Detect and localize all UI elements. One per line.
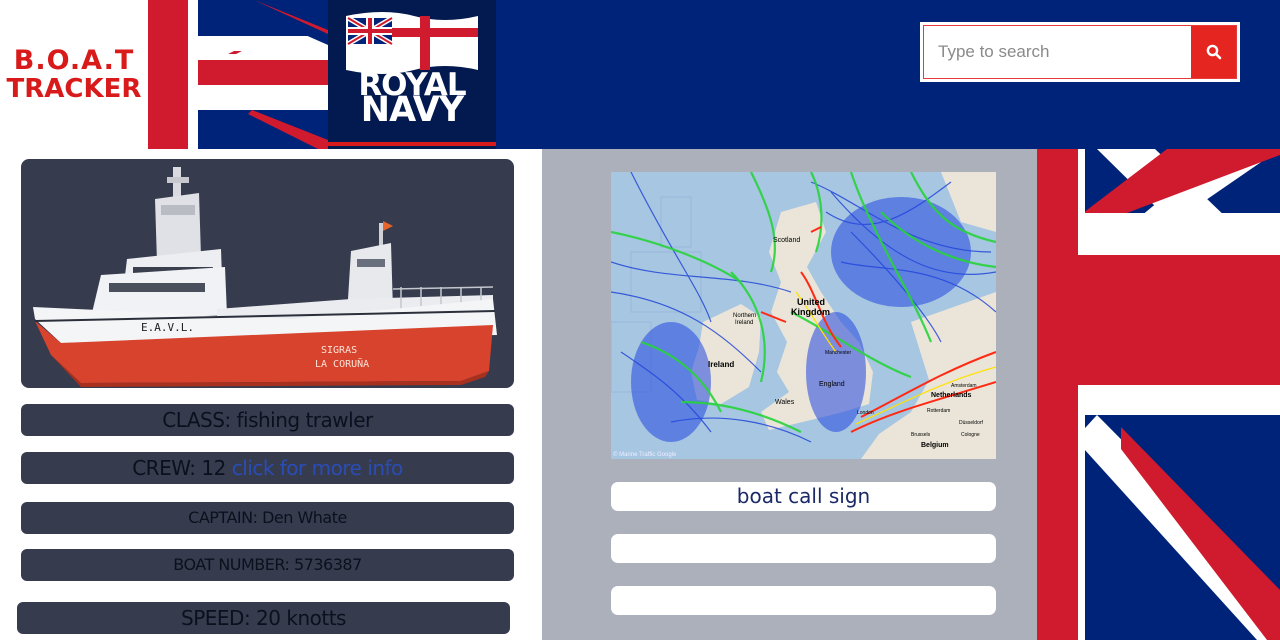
boat-number-label: BOAT NUMBER: 5736387	[173, 555, 362, 574]
logo-text-line2: TRACKER	[6, 74, 142, 104]
boat-crew-bar: CREW: 12 click for more info	[21, 452, 514, 484]
map-label-amsterdam: Amsterdam	[951, 383, 977, 389]
boat-speed-label: SPEED: 20 knotts	[181, 606, 346, 630]
fishing-trawler-image: E.A.V.L. SIGRAS LA CORUÑA	[33, 167, 497, 387]
boat-class-bar: CLASS: fishing trawler	[21, 404, 514, 436]
map-label-netherlands: Netherlands	[931, 392, 972, 399]
header-bar: B.O.A.T TRACKER ROYAL NAVY Type to searc…	[0, 0, 1280, 149]
empty-info-field-3[interactable]	[611, 586, 996, 615]
boat-photo: E.A.V.L. SIGRAS LA CORUÑA	[21, 159, 514, 388]
bow-name-text: E.A.V.L.	[141, 321, 194, 334]
search-icon	[1206, 44, 1221, 60]
map-label-uk1: United	[797, 297, 825, 307]
union-jack-flag	[148, 0, 328, 149]
map-label-england: England	[819, 381, 845, 388]
boat-call-sign-label: boat call sign	[736, 484, 871, 508]
search-input[interactable]	[924, 26, 1191, 78]
crew-more-info-link[interactable]: click for more info	[232, 456, 404, 480]
boat-tracker-logo[interactable]: B.O.A.T TRACKER	[0, 0, 148, 149]
map-label-dusseldorf: Düsseldorf	[959, 420, 984, 426]
hull-name-text: SIGRAS	[321, 345, 357, 356]
boat-number-bar: BOAT NUMBER: 5736387	[21, 549, 514, 581]
map-label-northern-ireland2: Ireland	[735, 320, 753, 326]
map-label-rotterdam: Rotterdam	[927, 408, 950, 414]
map-credit: © Marine Traffic Google	[613, 452, 677, 458]
map-label-brussels: Brussels	[911, 432, 931, 438]
map-label-ireland: Ireland	[708, 360, 734, 369]
map-label-london: London	[857, 410, 874, 416]
search-button[interactable]	[1191, 26, 1236, 78]
royal-navy-badge: ROYAL NAVY	[328, 0, 496, 149]
boat-class-label: CLASS: fishing trawler	[162, 408, 373, 432]
boat-captain-label: CAPTAIN: Den Whate	[188, 508, 347, 527]
white-ensign-flag-icon	[346, 12, 478, 74]
tracking-panel: Scotland United Kingdom Northern Ireland…	[542, 149, 1037, 640]
boat-info-panel: E.A.V.L. SIGRAS LA CORUÑA CLASS: fishing…	[0, 149, 542, 640]
map-label-cologne: Cologne	[961, 432, 980, 438]
search-bar	[920, 22, 1240, 82]
ship-traffic-map[interactable]: Scotland United Kingdom Northern Ireland…	[611, 172, 996, 459]
boat-speed-bar: SPEED: 20 knotts	[17, 602, 510, 634]
map-label-manchester: Manchester	[825, 350, 851, 356]
boat-call-sign-field[interactable]: boat call sign	[611, 482, 996, 511]
map-label-wales: Wales	[775, 399, 795, 406]
map-label-uk2: Kingdom	[791, 307, 830, 317]
red-stripe	[328, 142, 496, 146]
search-box	[923, 25, 1237, 79]
boat-crew-label: CREW: 12	[132, 456, 226, 480]
hull-port-text: LA CORUÑA	[315, 357, 369, 370]
map-label-northern-ireland1: Northern	[733, 313, 756, 319]
boat-captain-bar: CAPTAIN: Den Whate	[21, 502, 514, 534]
logo-text-line1: B.O.A.T	[13, 45, 135, 76]
traffic-density-map: Scotland United Kingdom Northern Ireland…	[611, 172, 996, 459]
map-label-belgium: Belgium	[921, 442, 949, 449]
map-label-scotland: Scotland	[773, 237, 800, 244]
union-jack-side-flag	[1037, 149, 1280, 640]
navy-title-line2: NAVY	[360, 90, 464, 130]
empty-info-field-2[interactable]	[611, 534, 996, 563]
